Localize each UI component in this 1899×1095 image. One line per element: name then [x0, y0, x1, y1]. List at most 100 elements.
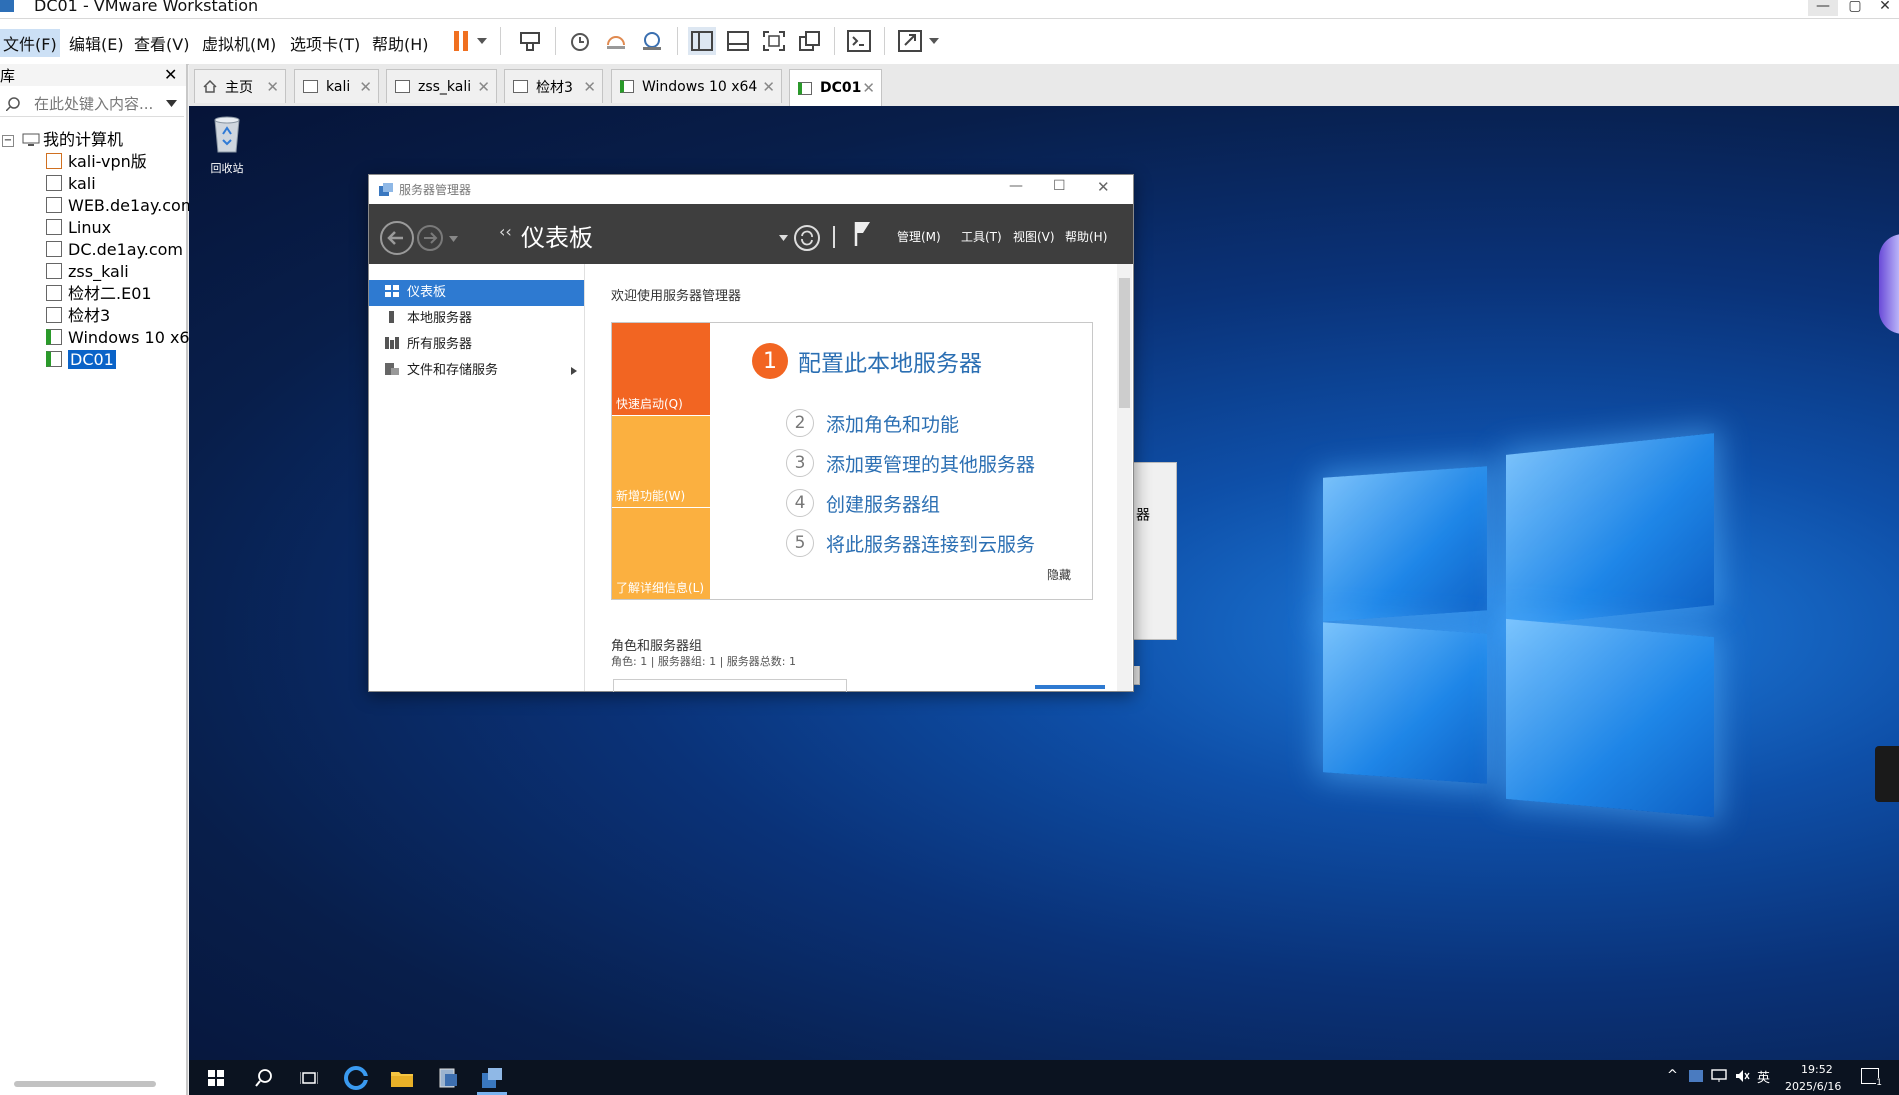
snapshot-manager-icon[interactable] [638, 27, 666, 55]
tree-item-dc01[interactable]: DC01 [46, 350, 116, 370]
close-icon[interactable]: ✕ [862, 79, 875, 97]
menu-vm[interactable]: 虚拟机(M) [199, 29, 279, 57]
close-button[interactable]: ✕ [1870, 0, 1899, 16]
full-screen-icon[interactable] [760, 27, 788, 55]
tray-chevron-up-icon[interactable]: ^ [1667, 1068, 1678, 1083]
tree-root-my-computer[interactable]: 我的计算机 [22, 130, 123, 150]
console-view-icon[interactable] [845, 27, 873, 55]
tree-item-kali-vpn[interactable]: kali-vpn版 [46, 152, 147, 172]
ime-indicator[interactable]: 英 [1757, 1067, 1770, 1086]
send-ctrl-alt-del-icon[interactable] [516, 27, 544, 55]
side-handle[interactable] [1875, 746, 1899, 802]
search-icon[interactable] [251, 1065, 277, 1091]
maximize-button[interactable]: ☐ [1053, 178, 1066, 194]
pause-icon[interactable] [447, 27, 475, 55]
notification-center-icon[interactable]: 1 [1861, 1068, 1882, 1088]
refresh-icon[interactable] [793, 224, 821, 252]
maximize-button[interactable]: ▢ [1840, 0, 1870, 16]
tree-collapse-icon[interactable]: − [2, 135, 14, 147]
chevron-down-icon[interactable] [926, 27, 942, 55]
role-tile[interactable] [613, 679, 847, 692]
revert-snapshot-icon[interactable] [602, 27, 630, 55]
chevron-down-icon[interactable] [166, 100, 177, 107]
tree-item-jiancai3[interactable]: 检材3 [46, 306, 110, 326]
library-search[interactable]: 在此处键入内容... [0, 92, 184, 117]
nav-item-file-storage[interactable]: 文件和存储服务 [369, 358, 584, 384]
menu-view[interactable]: 查看(V) [131, 29, 192, 57]
side-widget[interactable] [1879, 234, 1899, 334]
clock-time[interactable]: 19:52 [1801, 1063, 1833, 1076]
thumbnail-bar-icon[interactable] [724, 27, 752, 55]
server-manager-window[interactable]: 服务器管理器 — ☐ ✕ ‹‹ 仪表板 管理(M) 工具(T) 视图(V) 帮助… [368, 174, 1134, 692]
hide-link[interactable]: 隐藏 [1047, 566, 1071, 583]
recycle-bin[interactable]: 回收站 [207, 114, 247, 176]
file-explorer-icon[interactable] [389, 1065, 415, 1091]
forward-icon[interactable] [417, 225, 443, 251]
show-library-icon[interactable] [688, 27, 716, 55]
close-icon[interactable]: ✕ [359, 78, 372, 96]
step-add-servers[interactable]: 3 添加要管理的其他服务器 [786, 449, 1035, 477]
step-add-roles[interactable]: 2 添加角色和功能 [786, 409, 959, 437]
menu-help[interactable]: 帮助(H) [1065, 228, 1107, 245]
nav-item-dashboard[interactable]: 仪表板 [369, 280, 584, 306]
step-configure-local-server[interactable]: 1 配置此本地服务器 [752, 343, 982, 379]
chevron-down-icon[interactable] [779, 235, 788, 241]
tree-item-web[interactable]: WEB.de1ay.com [46, 196, 196, 216]
library-close-icon[interactable]: ✕ [164, 65, 177, 84]
nav-item-all-servers[interactable]: 所有服务器 [369, 332, 584, 358]
tab-zss-kali[interactable]: zss_kali ✕ [386, 69, 497, 103]
menu-view[interactable]: 视图(V) [1013, 228, 1055, 245]
nav-item-local-server[interactable]: 本地服务器 [369, 306, 584, 332]
start-icon[interactable] [203, 1065, 229, 1091]
tile-quick-start[interactable]: 快速启动(Q) [612, 323, 710, 415]
menu-manage[interactable]: 管理(M) [897, 228, 941, 245]
tree-item-zss-kali[interactable]: zss_kali [46, 262, 129, 282]
back-icon[interactable] [379, 220, 415, 256]
tab-windows10[interactable]: Windows 10 x64 ✕ [611, 69, 782, 103]
tree-item-linux[interactable]: Linux [46, 218, 111, 238]
snapshot-icon[interactable] [566, 27, 594, 55]
tile-whats-new[interactable]: 新增功能(W) [612, 416, 710, 507]
tree-item-win10[interactable]: Windows 10 x64 [46, 328, 200, 348]
close-icon[interactable]: ✕ [583, 78, 596, 96]
clock-date[interactable]: 2025/6/16 [1785, 1080, 1841, 1093]
chevron-down-icon[interactable] [449, 236, 458, 242]
minimize-button[interactable]: — [1808, 0, 1838, 16]
tab-home[interactable]: 主页 ✕ [194, 69, 286, 103]
tab-dc01[interactable]: DC01 ✕ [789, 69, 882, 106]
chevron-down-icon[interactable] [474, 27, 490, 55]
network-icon[interactable] [1711, 1069, 1727, 1083]
close-icon[interactable]: ✕ [477, 78, 490, 96]
tab-kali[interactable]: kali ✕ [294, 69, 379, 103]
server-tool-icon[interactable] [435, 1065, 461, 1091]
tree-item-kali[interactable]: kali [46, 174, 96, 194]
server-manager-taskbar-icon[interactable] [479, 1065, 505, 1091]
menu-file[interactable]: 文件(F) [0, 29, 60, 57]
content-scrollbar[interactable] [1117, 264, 1132, 691]
tab-jiancai3[interactable]: 检材3 ✕ [504, 69, 603, 103]
edge-icon[interactable] [343, 1065, 369, 1091]
volume-icon[interactable] [1735, 1069, 1751, 1083]
tray-app-icon[interactable] [1689, 1070, 1703, 1082]
tile-learn-more[interactable]: 了解详细信息(L) [612, 508, 710, 599]
background-dialog[interactable]: 器 [1129, 462, 1177, 640]
menu-tabs[interactable]: 选项卡(T) [287, 29, 363, 57]
menu-help[interactable]: 帮助(H) [369, 29, 432, 57]
library-search-placeholder[interactable]: 在此处键入内容... [34, 93, 153, 114]
tree-item-dc-de1ay[interactable]: DC.de1ay.com [46, 240, 183, 260]
library-horizontal-scrollbar[interactable] [14, 1081, 156, 1087]
task-view-icon[interactable] [296, 1065, 322, 1091]
notifications-flag-icon[interactable] [853, 220, 873, 248]
tree-item-jiancai2[interactable]: 检材二.E01 [46, 284, 152, 304]
stretch-guest-icon[interactable] [896, 27, 924, 55]
scrollbar-thumb[interactable] [1119, 278, 1130, 408]
minimize-button[interactable]: — [1009, 178, 1023, 194]
step-create-server-group[interactable]: 4 创建服务器组 [786, 489, 940, 517]
step-connect-cloud[interactable]: 5 将此服务器连接到云服务 [786, 529, 1035, 557]
close-button[interactable]: ✕ [1097, 178, 1110, 196]
unity-icon[interactable] [796, 27, 824, 55]
close-icon[interactable]: ✕ [266, 78, 279, 96]
close-icon[interactable]: ✕ [762, 78, 775, 96]
menu-tools[interactable]: 工具(T) [961, 228, 1002, 245]
menu-edit[interactable]: 编辑(E) [66, 29, 127, 57]
